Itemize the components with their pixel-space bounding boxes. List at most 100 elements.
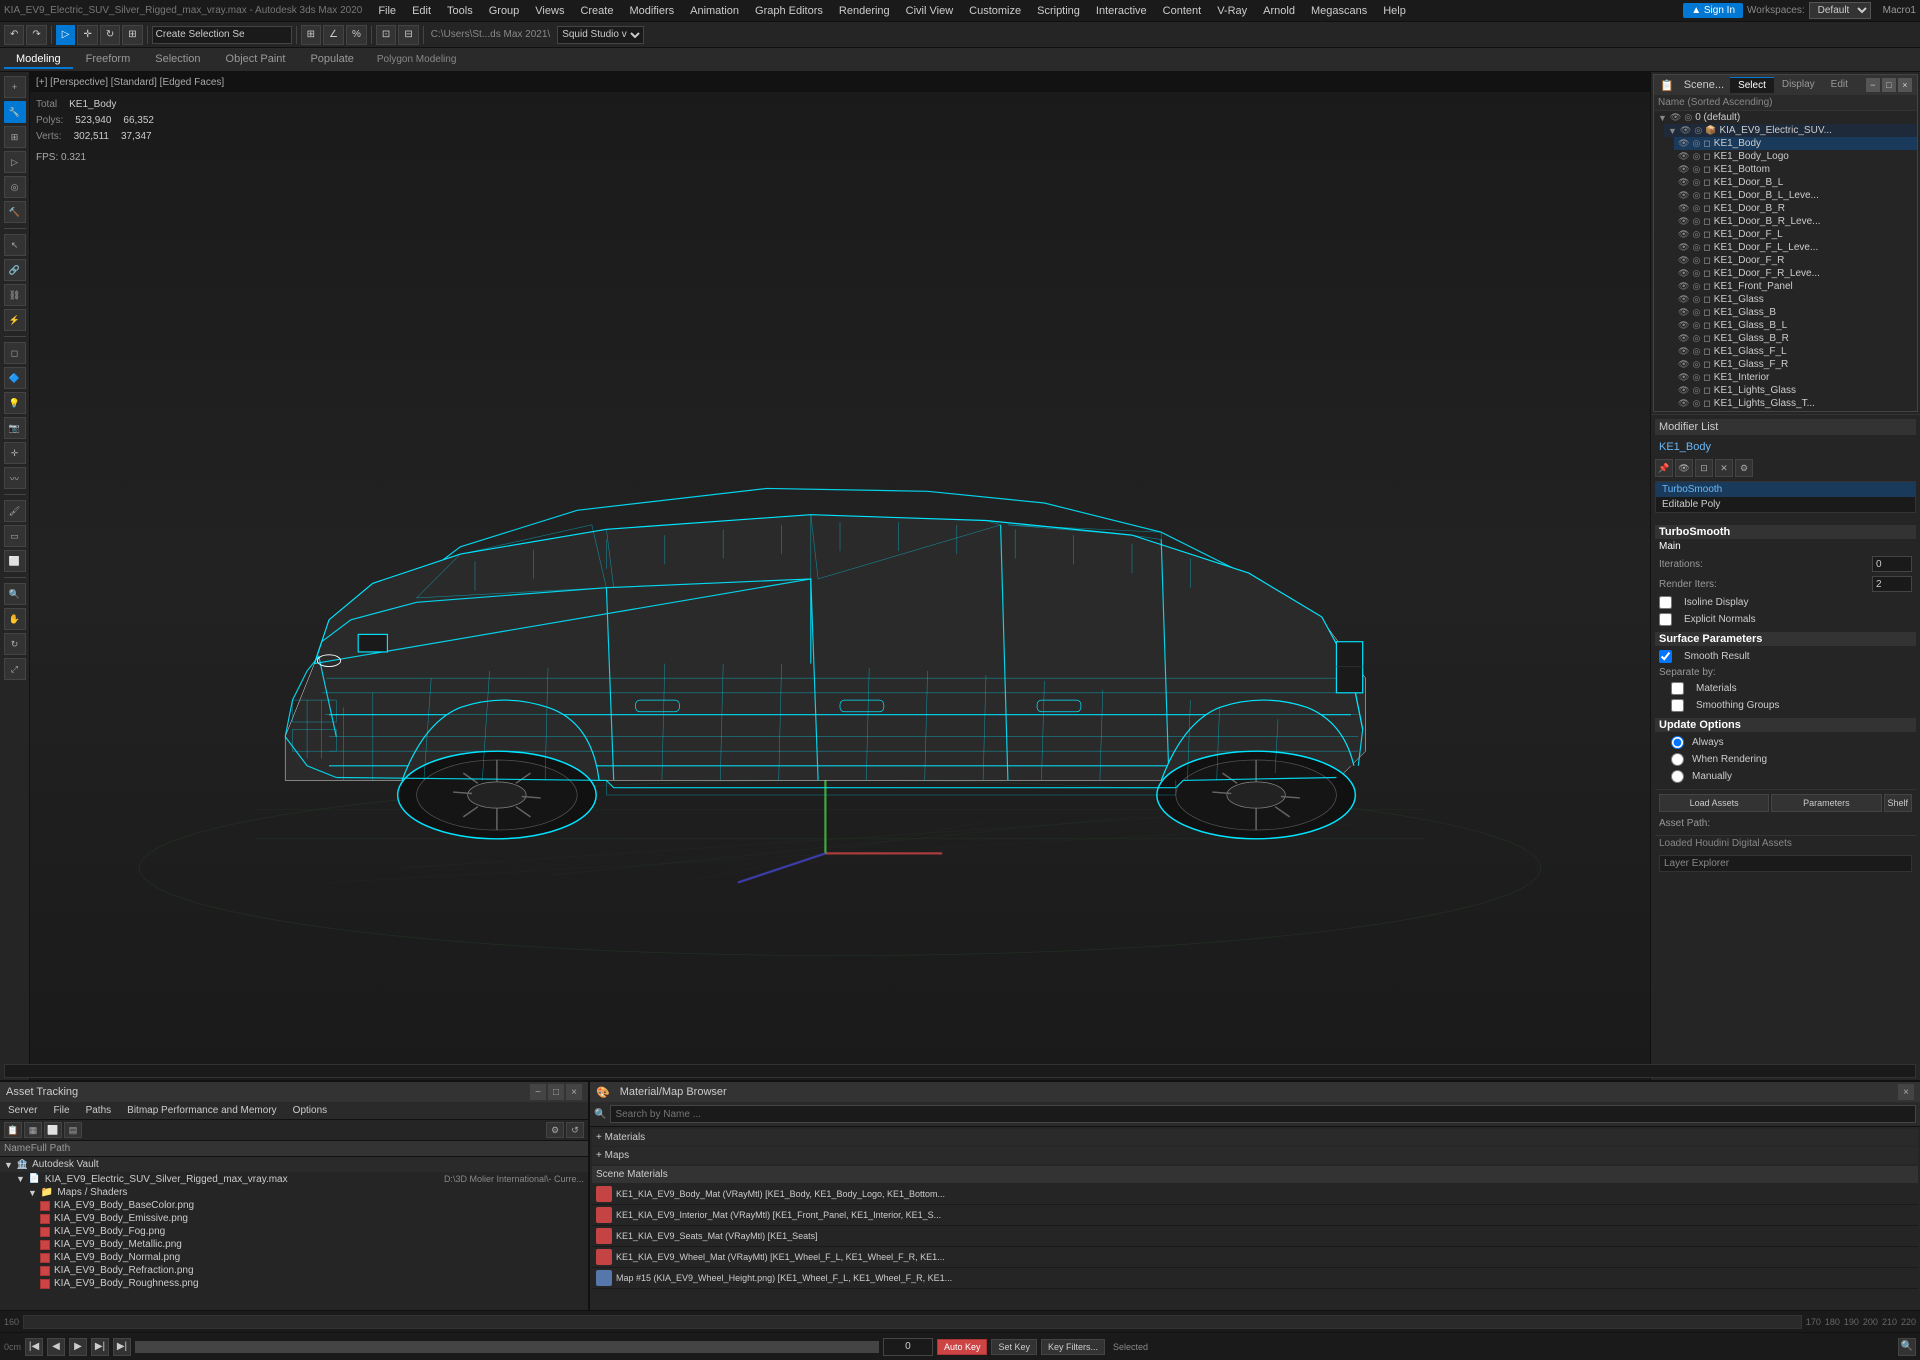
- se-item-ke1-interior[interactable]: 👁◎◻ KE1_Interior: [1674, 371, 1917, 384]
- at-menu-options[interactable]: Options: [289, 1104, 331, 1117]
- at-tex-7[interactable]: KIA_EV9_Body_Roughness.png: [0, 1277, 588, 1290]
- tab-object-paint[interactable]: Object Paint: [214, 51, 298, 69]
- at-minimize-btn[interactable]: −: [530, 1084, 546, 1100]
- display-icon[interactable]: ◎: [4, 176, 26, 198]
- at-tb-refresh-btn[interactable]: ↺: [566, 1122, 584, 1138]
- se-item-ke1-lights-truck-b[interactable]: 👁◎◻ KE1_Lights_Truck_B...: [1674, 410, 1917, 411]
- menu-civil-view[interactable]: Civil View: [898, 3, 961, 19]
- se-close-btn[interactable]: ×: [1898, 78, 1912, 92]
- menu-help[interactable]: Help: [1375, 3, 1414, 19]
- at-menu-server[interactable]: Server: [4, 1104, 41, 1117]
- tl-prev-key-btn[interactable]: |◀: [25, 1338, 43, 1356]
- se-item-ke1-glass-br[interactable]: 👁◎◻ KE1_Glass_B_R: [1674, 332, 1917, 345]
- se-item-ke1-door-fl-lev[interactable]: 👁◎◻ KE1_Door_F_L_Leve...: [1674, 241, 1917, 254]
- menu-modifiers[interactable]: Modifiers: [621, 3, 682, 19]
- se-item-ke1-lights-glass[interactable]: 👁◎◻ KE1_Lights_Glass: [1674, 384, 1917, 397]
- tab-modeling[interactable]: Modeling: [4, 51, 73, 69]
- workspace-selector[interactable]: Default: [1809, 2, 1871, 19]
- at-tb-btn1[interactable]: 📋: [4, 1122, 22, 1138]
- menu-content[interactable]: Content: [1155, 3, 1210, 19]
- se-item-ke1-door-br[interactable]: 👁◎◻ KE1_Door_B_R: [1674, 202, 1917, 215]
- ts-isoline-checkbox[interactable]: [1659, 596, 1672, 609]
- at-tb-btn2[interactable]: ▦: [24, 1122, 42, 1138]
- motion-icon[interactable]: ▷: [4, 151, 26, 173]
- menu-arnold[interactable]: Arnold: [1255, 3, 1303, 19]
- menu-animation[interactable]: Animation: [682, 3, 747, 19]
- se-item-ke1-glass-bl[interactable]: 👁◎◻ KE1_Glass_B_L: [1674, 319, 1917, 332]
- at-close-btn[interactable]: ×: [566, 1084, 582, 1100]
- at-tex-5[interactable]: KIA_EV9_Body_Normal.png: [0, 1251, 588, 1264]
- se-tab-select[interactable]: Select: [1730, 77, 1774, 93]
- at-tb-btn3[interactable]: ⬜: [44, 1122, 62, 1138]
- bind-icon[interactable]: ⚡: [4, 309, 26, 331]
- pan-icon[interactable]: ✋: [4, 608, 26, 630]
- mod-editable-poly[interactable]: Editable Poly: [1656, 497, 1915, 512]
- timeline-track[interactable]: [23, 1315, 1802, 1329]
- se-item-ke1-body[interactable]: 👁 ◎ ◻ KE1_Body: [1674, 137, 1917, 150]
- at-tex-2[interactable]: KIA_EV9_Body_Emissive.png: [0, 1212, 588, 1225]
- at-tb-btn4[interactable]: ▤: [64, 1122, 82, 1138]
- se-item-ke1-bottom[interactable]: 👁◎◻ KE1_Bottom: [1674, 163, 1917, 176]
- se-item-ke1-glass-fl[interactable]: 👁◎◻ KE1_Glass_F_L: [1674, 345, 1917, 358]
- set-key-btn[interactable]: Set Key: [991, 1339, 1037, 1355]
- se-item-default[interactable]: ▼ 👁 ◎ 0 (default): [1654, 111, 1917, 124]
- mb-search-input[interactable]: [610, 1105, 1916, 1123]
- se-item-ke1-body-logo[interactable]: 👁◎◻ KE1_Body_Logo: [1674, 150, 1917, 163]
- se-item-ke1-front-panel[interactable]: 👁◎◻ KE1_Front_Panel: [1674, 280, 1917, 293]
- percent-snap-btn[interactable]: %: [346, 25, 367, 45]
- menu-scripting[interactable]: Scripting: [1029, 3, 1088, 19]
- studio-selector[interactable]: Squid Studio v: [557, 26, 644, 44]
- ts-smoothing-groups-checkbox[interactable]: [1671, 699, 1684, 712]
- ts-always-radio[interactable]: [1671, 736, 1684, 749]
- viewport[interactable]: [+] [Perspective] [Standard] [Edged Face…: [30, 72, 1650, 1080]
- at-menu-file[interactable]: File: [49, 1104, 73, 1117]
- menu-rendering[interactable]: Rendering: [831, 3, 898, 19]
- menu-views[interactable]: Views: [527, 3, 572, 19]
- menu-create[interactable]: Create: [572, 3, 621, 19]
- arc-rotate-icon[interactable]: ↻: [4, 633, 26, 655]
- angle-snap-btn[interactable]: ∠: [323, 25, 344, 45]
- at-maximize-btn[interactable]: □: [548, 1084, 564, 1100]
- select-btn[interactable]: ▷: [56, 25, 76, 45]
- at-tex-6[interactable]: KIA_EV9_Body_Refraction.png: [0, 1264, 588, 1277]
- se-item-ke1-door-fr-lev[interactable]: 👁◎◻ KE1_Door_F_R_Leve...: [1674, 267, 1917, 280]
- maximize-icon[interactable]: ⤢: [4, 658, 26, 680]
- link-icon[interactable]: 🔗: [4, 259, 26, 281]
- se-item-ke1-door-bl-lev[interactable]: 👁◎◻ KE1_Door_B_L_Leve...: [1674, 189, 1917, 202]
- menu-edit[interactable]: Edit: [404, 3, 439, 19]
- se-item-ke1-door-bl[interactable]: 👁◎◻ KE1_Door_B_L: [1674, 176, 1917, 189]
- redo-button[interactable]: ↷: [26, 25, 46, 45]
- tab-freeform[interactable]: Freeform: [74, 51, 143, 69]
- create-icon[interactable]: +: [4, 76, 26, 98]
- at-folder-item[interactable]: ▼ 📁 Maps / Shaders: [0, 1186, 588, 1199]
- se-minimize-btn[interactable]: −: [1866, 78, 1880, 92]
- ts-iterations-input[interactable]: [1872, 556, 1912, 572]
- mod-configure-btn[interactable]: ⚙: [1735, 459, 1753, 477]
- mod-turbosmooth[interactable]: TurboSmooth: [1656, 482, 1915, 497]
- tl-track[interactable]: [135, 1341, 879, 1353]
- sign-in-button[interactable]: ▲ Sign In: [1683, 3, 1743, 18]
- load-assets-btn[interactable]: Load Assets: [1659, 794, 1769, 812]
- tl-search-btn[interactable]: 🔍: [1898, 1338, 1916, 1356]
- mb-mat-0[interactable]: KE1_KIA_EV9_Body_Mat (VRayMtl) [KE1_Body…: [592, 1184, 1918, 1205]
- se-tab-display[interactable]: Display: [1774, 77, 1823, 93]
- utilities-icon[interactable]: 🔨: [4, 201, 26, 223]
- ts-when-rendering-radio[interactable]: [1671, 753, 1684, 766]
- modify-icon[interactable]: 🔧: [4, 101, 26, 123]
- scale-btn[interactable]: ⊞: [122, 25, 142, 45]
- se-item-kia[interactable]: ▼ 👁 ◎ 📦 KIA_EV9_Electric_SUV...: [1664, 124, 1917, 137]
- mb-mat-4[interactable]: Map #15 (KIA_EV9_Wheel_Height.png) [KE1_…: [592, 1268, 1918, 1289]
- parameters-btn[interactable]: Parameters: [1771, 794, 1881, 812]
- align-btn[interactable]: ⊟: [398, 25, 418, 45]
- menu-group[interactable]: Group: [481, 3, 528, 19]
- auto-key-btn[interactable]: Auto Key: [937, 1339, 988, 1355]
- at-tex-3[interactable]: KIA_EV9_Body_Fog.png: [0, 1225, 588, 1238]
- ts-manually-radio[interactable]: [1671, 770, 1684, 783]
- hierarchy-icon[interactable]: ⊞: [4, 126, 26, 148]
- at-file-item[interactable]: ▼ 📄 KIA_EV9_Electric_SUV_Silver_Rigged_m…: [0, 1172, 588, 1186]
- camera-icon[interactable]: 📷: [4, 417, 26, 439]
- ts-render-iters-input[interactable]: [1872, 576, 1912, 592]
- se-item-ke1-glass-b[interactable]: 👁◎◻ KE1_Glass_B: [1674, 306, 1917, 319]
- se-item-ke1-glass-fr[interactable]: 👁◎◻ KE1_Glass_F_R: [1674, 358, 1917, 371]
- at-tex-1[interactable]: KIA_EV9_Body_BaseColor.png: [0, 1199, 588, 1212]
